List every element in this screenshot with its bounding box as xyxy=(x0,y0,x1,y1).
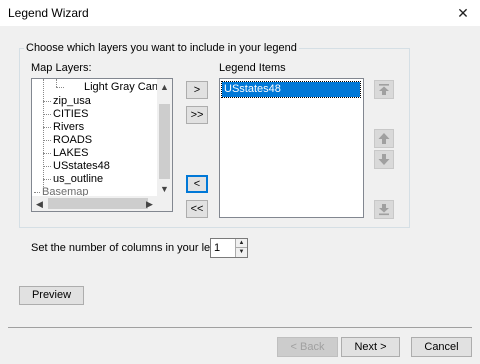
tree-item-zip-usa[interactable]: zip_usa xyxy=(53,95,91,107)
stepper-up-icon[interactable]: ▲ xyxy=(236,239,247,248)
legend-items-label: Legend Items xyxy=(219,62,286,74)
move-to-bottom-button[interactable] xyxy=(374,200,394,219)
separator xyxy=(8,327,472,328)
map-layers-tree[interactable]: Light Gray Canvas zip_usa CITIES Rivers … xyxy=(31,78,173,212)
tree-line xyxy=(43,127,51,128)
scroll-right-icon[interactable]: ▶ xyxy=(142,197,157,211)
move-down-button[interactable] xyxy=(374,150,394,169)
move-to-bottom-icon xyxy=(379,204,389,216)
tree-item-us-outline[interactable]: us_outline xyxy=(53,173,103,185)
stepper-down-icon[interactable]: ▼ xyxy=(236,248,247,257)
columns-stepper[interactable]: 1 ▲ ▼ xyxy=(210,238,248,258)
tree-horizontal-scrollbar[interactable]: ◀ ▶ xyxy=(32,196,157,211)
move-up-button[interactable] xyxy=(374,129,394,148)
window-title: Legend Wizard xyxy=(8,6,89,20)
columns-label: Set the number of columns in your legend… xyxy=(31,242,238,254)
map-layers-label: Map Layers: xyxy=(31,62,92,74)
tree-line xyxy=(43,140,51,141)
scroll-thumb[interactable] xyxy=(48,198,148,209)
stepper-buttons: ▲ ▼ xyxy=(235,239,247,257)
tree-line xyxy=(34,192,40,193)
title-bar: Legend Wizard ✕ xyxy=(0,0,480,26)
remove-all-button[interactable]: << xyxy=(186,200,208,218)
next-button[interactable]: Next > xyxy=(341,337,400,357)
add-button[interactable]: > xyxy=(186,81,208,99)
cancel-button[interactable]: Cancel xyxy=(411,337,472,357)
tree-line xyxy=(43,153,51,154)
tree-line xyxy=(43,166,51,167)
list-item-usstates48[interactable]: USstates48 xyxy=(221,81,361,98)
tree-line xyxy=(43,179,51,180)
scrollbar-corner xyxy=(157,196,172,211)
legend-items-list[interactable]: USstates48 xyxy=(219,78,364,218)
tree-line xyxy=(56,79,57,87)
tree-item-roads[interactable]: ROADS xyxy=(53,134,92,146)
tree-item-lakes[interactable]: LAKES xyxy=(53,147,88,159)
tree-line xyxy=(43,101,51,102)
tree-vertical-scrollbar[interactable]: ▲ ▼ xyxy=(157,79,172,197)
back-button[interactable]: < Back xyxy=(277,337,338,357)
remove-button[interactable]: < xyxy=(186,175,208,193)
tree-item-usstates48[interactable]: USstates48 xyxy=(53,160,110,172)
add-all-button[interactable]: >> xyxy=(186,106,208,124)
scroll-left-icon[interactable]: ◀ xyxy=(32,197,47,211)
group-label: Choose which layers you want to include … xyxy=(24,42,299,54)
scroll-up-icon[interactable]: ▲ xyxy=(157,80,172,94)
arrow-down-icon xyxy=(378,154,390,165)
tree-line xyxy=(56,87,64,88)
tree-item-rivers[interactable]: Rivers xyxy=(53,121,84,133)
tree-line xyxy=(43,114,51,115)
preview-button[interactable]: Preview xyxy=(19,286,84,305)
move-to-top-button[interactable] xyxy=(374,80,394,99)
scroll-down-icon[interactable]: ▼ xyxy=(157,182,172,196)
arrow-up-icon xyxy=(378,133,390,144)
scroll-thumb[interactable] xyxy=(159,104,170,179)
tree-line xyxy=(43,79,44,189)
tree-item-cities[interactable]: CITIES xyxy=(53,108,88,120)
move-to-top-icon xyxy=(379,84,389,95)
columns-value[interactable]: 1 xyxy=(214,242,220,254)
close-icon[interactable]: ✕ xyxy=(446,0,480,26)
